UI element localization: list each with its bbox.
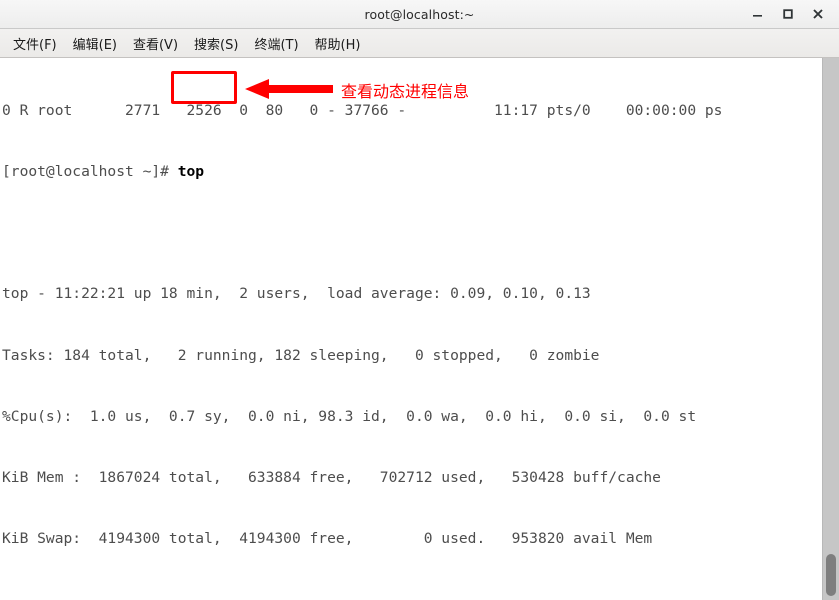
- menu-item-view[interactable]: 查看(V): [126, 31, 185, 56]
- top-summary-swap: KiB Swap: 4194300 total, 4194300 free, 0…: [2, 530, 653, 548]
- terminal-window: root@localhost:~ 文件(F) 编辑(E) 查看(V) 搜索(S)…: [0, 0, 839, 600]
- prompt-line: [root@localhost ~]# top: [2, 162, 822, 182]
- annotation-label: 查看动态进程信息: [341, 82, 470, 101]
- terminal-text[interactable]: 0 R root 2771 2526 0 80 0 - 37766 - 11:1…: [0, 58, 822, 600]
- menu-item-help[interactable]: 帮助(H): [308, 31, 368, 56]
- window-title: root@localhost:~: [364, 6, 475, 22]
- menu-item-terminal[interactable]: 终端(T): [247, 31, 305, 56]
- window-controls: [743, 0, 833, 28]
- ps-output-line: 0 R root 2771 2526 0 80 0 - 37766 - 11:1…: [2, 101, 723, 119]
- annotation-highlight-box: [171, 71, 237, 104]
- menu-item-edit[interactable]: 编辑(E): [66, 31, 124, 56]
- vertical-scrollbar[interactable]: [822, 58, 839, 600]
- annotation-arrow-icon: [245, 78, 333, 104]
- top-summary-line-1: top - 11:22:21 up 18 min, 2 users, load …: [2, 285, 591, 303]
- maximize-icon[interactable]: [773, 1, 803, 27]
- close-icon[interactable]: [803, 1, 833, 27]
- top-summary-cpu: %Cpu(s): 1.0 us, 0.7 sy, 0.0 ni, 98.3 id…: [2, 407, 697, 425]
- menu-item-file[interactable]: 文件(F): [6, 31, 64, 56]
- menubar: 文件(F) 编辑(E) 查看(V) 搜索(S) 终端(T) 帮助(H): [0, 29, 839, 58]
- scrollbar-thumb[interactable]: [826, 554, 836, 596]
- menu-item-search[interactable]: 搜索(S): [187, 31, 245, 56]
- typed-command: top: [177, 163, 205, 181]
- shell-prompt: [root@localhost ~]#: [2, 163, 178, 181]
- terminal-body[interactable]: 0 R root 2771 2526 0 80 0 - 37766 - 11:1…: [0, 58, 839, 600]
- top-summary-mem: KiB Mem : 1867024 total, 633884 free, 70…: [2, 469, 661, 487]
- window-titlebar: root@localhost:~: [0, 0, 839, 29]
- top-summary-tasks: Tasks: 184 total, 2 running, 182 sleepin…: [2, 346, 600, 364]
- minimize-icon[interactable]: [743, 1, 773, 27]
